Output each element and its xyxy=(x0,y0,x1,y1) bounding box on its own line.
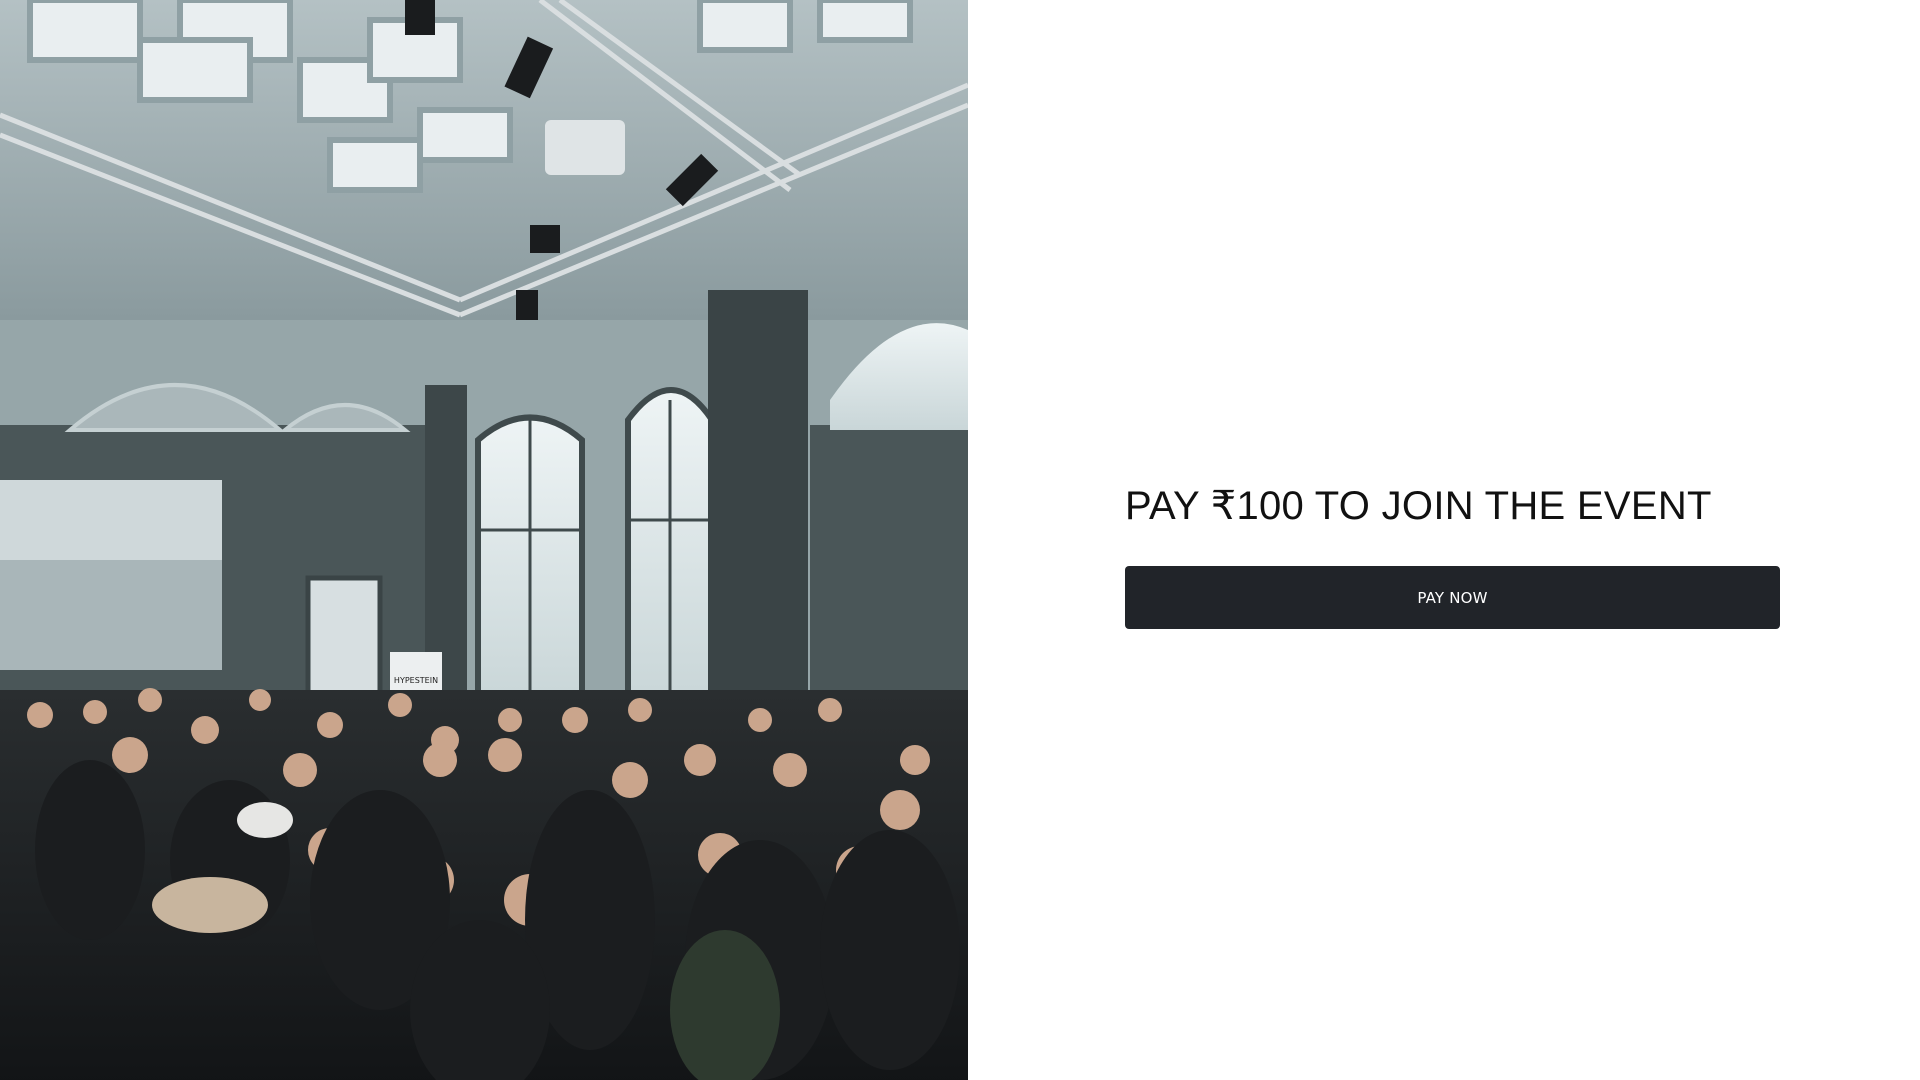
event-payment-panel: PAY ₹100 TO JOIN THE EVENT PAY NOW xyxy=(1125,480,1780,629)
event-heading: PAY ₹100 TO JOIN THE EVENT xyxy=(1125,484,1712,528)
event-hall-illustration: HYPESTEIN xyxy=(0,0,968,1080)
event-hall-photo: HYPESTEIN xyxy=(0,0,968,1080)
photo-banner-text: HYPESTEIN xyxy=(394,676,438,685)
pay-now-button[interactable]: PAY NOW xyxy=(1125,566,1780,629)
